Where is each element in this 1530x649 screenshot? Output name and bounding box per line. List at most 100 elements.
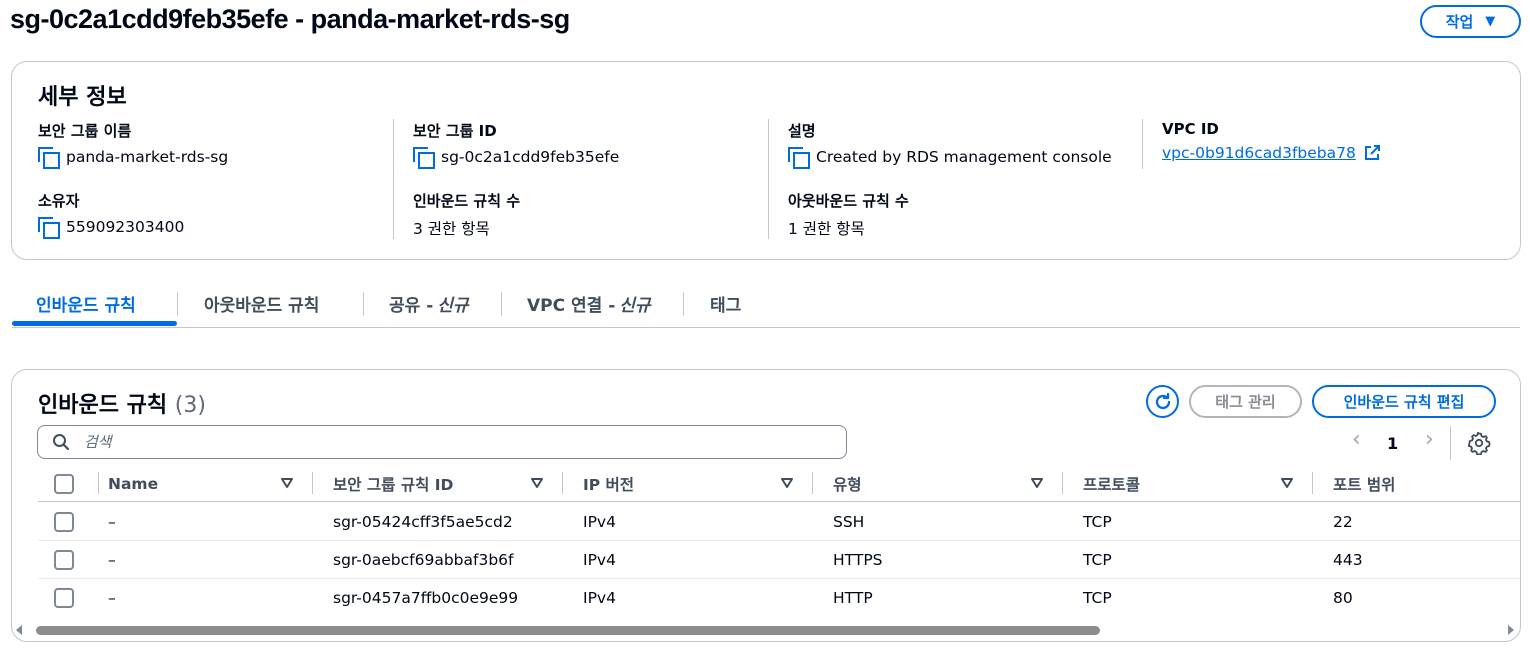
horizontal-scrollbar[interactable] [12,624,1520,638]
tab-label: 아웃바운드 규칙 [204,296,320,316]
copy-icon[interactable] [38,147,60,169]
scroll-left-icon[interactable] [16,625,22,635]
cell-protocol: TCP [1083,551,1112,569]
column-divider [562,472,563,494]
new-badge: 신규 [437,296,469,316]
table-header: Name 보안 그룹 규칙 ID IP 버전 유형 프로토콜 포트 범위 [38,466,1520,502]
field-description: 설명 Created by RDS management console [788,120,1112,169]
field-sg-name: 보안 그룹 이름 panda-market-rds-sg [38,120,229,169]
tab-label: 인바운드 규칙 [36,296,136,316]
row-checkbox[interactable] [54,512,74,532]
column-divider [98,472,99,494]
cell-name: – [108,551,116,569]
scrollbar-thumb[interactable] [36,626,1100,635]
tab-divider [363,292,364,316]
field-label: 설명 [788,122,816,140]
copy-icon[interactable] [788,147,810,169]
cell-rule-id: sgr-0aebcf69abbaf3b6f [333,551,514,569]
page-title: sg-0c2a1cdd9feb35efe - panda-market-rds-… [10,4,570,34]
field-label: 인바운드 규칙 수 [413,192,521,210]
cell-type: HTTPS [833,551,883,569]
field-owner: 소유자 559092303400 [38,190,185,239]
tab-sharing[interactable]: 공유 - 신규 [389,280,469,327]
field-label: 소유자 [38,192,80,210]
sort-icon[interactable] [1280,476,1294,490]
external-link-icon[interactable] [1364,145,1380,161]
page-number[interactable]: 1 [1387,434,1398,453]
sg-name-value: panda-market-rds-sg [66,148,229,166]
details-title: 세부 정보 [38,85,127,110]
settings-icon[interactable] [1467,431,1491,455]
manage-tags-button[interactable]: 태그 관리 [1189,385,1302,418]
edit-inbound-rules-button[interactable]: 인바운드 규칙 편집 [1312,385,1496,418]
field-vpc-id: VPC ID vpc-0b91d6cad3fbeba78 [1162,120,1380,162]
tab-divider [177,292,178,316]
inbound-count-value: 3 권한 항목 [413,220,490,238]
cell-port-range: 443 [1333,551,1363,569]
outbound-count-value: 1 권한 항목 [788,220,865,238]
active-tab-indicator [12,321,177,326]
field-label: 보안 그룹 이름 [38,122,132,140]
search-box[interactable] [37,425,847,459]
actions-button-label: 작업 [1445,13,1474,31]
search-input[interactable] [82,432,782,452]
column-divider [768,119,769,239]
rules-count: (3) [174,393,206,418]
column-header-type[interactable]: 유형 [833,466,862,502]
inbound-rules-panel: 인바운드 규칙 (3) 태그 관리 인바운드 규칙 편집 ‹ 1 › Name … [11,369,1521,642]
column-divider [1062,472,1063,494]
cell-name: – [108,513,116,531]
table-row[interactable]: – sgr-05424cff3f5ae5cd2 IPv4 SSH TCP 22 [38,503,1520,541]
search-icon [53,434,70,451]
cell-type: SSH [833,513,865,531]
cell-protocol: TCP [1083,513,1112,531]
sort-icon[interactable] [530,476,544,490]
tab-bar: 인바운드 규칙 아웃바운드 규칙 공유 - 신규 VPC 연결 - 신규 태그 [12,280,1520,328]
tab-divider [683,292,684,316]
table-row[interactable]: – sgr-0457a7ffb0c0e9e99 IPv4 HTTP TCP 80 [38,579,1520,617]
owner-value: 559092303400 [66,218,185,236]
actions-button[interactable]: 작업 ▼ [1420,5,1521,38]
column-divider [393,119,394,239]
row-checkbox[interactable] [54,588,74,608]
chevron-left-icon[interactable]: ‹ [1352,427,1361,452]
column-header-port-range[interactable]: 포트 범위 [1333,466,1395,502]
column-divider [1312,472,1313,494]
chevron-right-icon[interactable]: › [1425,427,1434,452]
tab-divider [501,292,502,316]
column-header-ip-version[interactable]: IP 버전 [583,466,634,502]
copy-icon[interactable] [38,217,60,239]
cell-port-range: 22 [1333,513,1353,531]
column-header-rule-id[interactable]: 보안 그룹 규칙 ID [333,466,453,502]
sort-icon[interactable] [780,476,794,490]
copy-icon[interactable] [413,147,435,169]
column-header-protocol[interactable]: 프로토콜 [1083,466,1140,502]
tab-tags[interactable]: 태그 [710,280,741,327]
pagination: ‹ 1 › [1347,426,1517,460]
cell-port-range: 80 [1333,589,1353,607]
tab-inbound-rules[interactable]: 인바운드 규칙 [36,280,136,327]
cell-ip-version: IPv4 [583,513,616,531]
field-label: 보안 그룹 ID [413,122,497,140]
sort-icon[interactable] [1030,476,1044,490]
scroll-right-icon[interactable] [1508,625,1514,635]
column-header-name[interactable]: Name [108,466,158,502]
column-divider [812,472,813,494]
cell-protocol: TCP [1083,589,1112,607]
cell-rule-id: sgr-0457a7ffb0c0e9e99 [333,589,519,607]
table-row[interactable]: – sgr-0aebcf69abbaf3b6f IPv4 HTTPS TCP 4… [38,541,1520,579]
field-label: VPC ID [1162,120,1219,138]
cell-rule-id: sgr-05424cff3f5ae5cd2 [333,513,513,531]
select-all-checkbox[interactable] [54,474,74,494]
refresh-button[interactable] [1146,385,1179,418]
column-divider [1142,119,1143,169]
vpc-id-link[interactable]: vpc-0b91d6cad3fbeba78 [1162,144,1356,162]
row-checkbox[interactable] [54,550,74,570]
tab-vpc-associations[interactable]: VPC 연결 - 신규 [527,280,651,327]
tab-outbound-rules[interactable]: 아웃바운드 규칙 [204,280,319,327]
rules-title: 인바운드 규칙 (3) [38,387,206,419]
field-inbound-count: 인바운드 규칙 수 3 권한 항목 [413,190,520,239]
cell-ip-version: IPv4 [583,551,616,569]
sort-icon[interactable] [280,476,294,490]
rules-title-text: 인바운드 규칙 [38,393,168,418]
